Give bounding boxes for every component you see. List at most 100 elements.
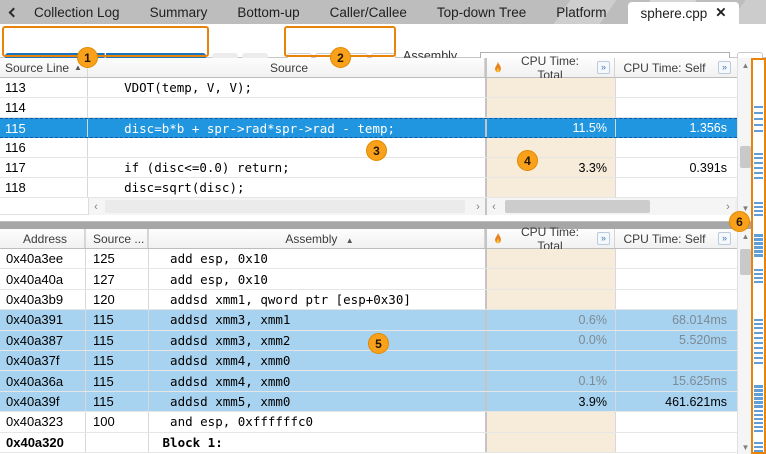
table-row[interactable]: 0x40a3ee 125 add esp, 0x10 bbox=[0, 249, 752, 269]
source-line-cell: 100 bbox=[85, 412, 148, 431]
cpu-total-cell: 3.3% bbox=[485, 158, 615, 177]
hotspot-minimap[interactable] bbox=[751, 58, 766, 454]
source-code-cell: if (disc<=0.0) return; bbox=[88, 158, 485, 177]
scrollbar-thumb[interactable] bbox=[740, 249, 751, 275]
table-row[interactable]: 114 bbox=[0, 98, 752, 118]
cpu-self-cell: 68.014ms bbox=[615, 310, 735, 329]
table-row[interactable]: 0x40a391 115 addsd xmm3, xmm1 0.6% 68.01… bbox=[0, 310, 752, 330]
address-cell: 0x40a3ee bbox=[0, 249, 85, 268]
cpu-self-cell bbox=[615, 412, 735, 431]
column-header-assembly[interactable]: Assembly ▲ bbox=[148, 229, 485, 248]
cpu-pane-hscrollbar[interactable]: ‹ › bbox=[485, 198, 735, 215]
minimap-mark bbox=[754, 385, 763, 388]
scroll-right-icon[interactable]: › bbox=[471, 198, 485, 215]
column-header-cpu-self[interactable]: CPU Time: Self » bbox=[615, 229, 735, 248]
source-line-cell: 115 bbox=[85, 392, 148, 411]
tab-summary[interactable]: Summary bbox=[150, 5, 208, 20]
close-icon[interactable]: ✕ bbox=[715, 5, 726, 21]
tab-bottom-up[interactable]: Bottom-up bbox=[237, 5, 299, 20]
column-header-cpu-self[interactable]: CPU Time: Self » bbox=[615, 58, 735, 77]
column-header-source[interactable]: Source bbox=[88, 58, 485, 77]
minimap-mark bbox=[754, 167, 763, 169]
tab-list: Collection Log Summary Bottom-up Caller/Cal… bbox=[34, 5, 606, 20]
scrollbar-thumb[interactable] bbox=[505, 200, 650, 213]
assembly-code-cell: addsd xmm4, xmm0 bbox=[148, 371, 485, 390]
pane-splitter[interactable] bbox=[0, 221, 752, 229]
table-row[interactable]: 115 disc=b*b + spr->rad*spr->rad - temp;… bbox=[0, 118, 752, 138]
table-row[interactable]: 118 disc=sqrt(disc); bbox=[0, 178, 752, 198]
minimap-mark bbox=[754, 277, 763, 279]
column-header-source-line[interactable]: Source ... bbox=[85, 229, 148, 248]
table-row[interactable]: 0x40a320 Block 1: bbox=[0, 433, 752, 453]
cpu-total-cell bbox=[485, 269, 615, 288]
scroll-left-icon[interactable]: ‹ bbox=[487, 198, 501, 215]
address-cell: 0x40a37f bbox=[0, 351, 85, 370]
minimap-mark bbox=[754, 206, 763, 208]
table-row[interactable]: 0x40a37f 115 addsd xmm4, xmm0 bbox=[0, 351, 752, 371]
cpu-total-cell bbox=[485, 78, 615, 97]
scroll-left-icon[interactable]: ‹ bbox=[89, 198, 103, 215]
minimap-mark bbox=[754, 153, 763, 155]
tab-caller-callee[interactable]: Caller/Callee bbox=[330, 5, 407, 20]
cpu-self-cell bbox=[615, 351, 735, 370]
callout-badge-6: 6 bbox=[729, 211, 750, 232]
minimap-mark bbox=[754, 352, 763, 354]
cpu-total-cell bbox=[485, 249, 615, 268]
table-row[interactable]: 0x40a3b9 120 addsd xmm1, qword ptr [esp+… bbox=[0, 290, 752, 310]
column-header-cpu-total[interactable]: CPU Time: Total » bbox=[485, 58, 615, 77]
minimap-mark bbox=[754, 246, 763, 249]
expand-column-button[interactable]: » bbox=[718, 61, 731, 74]
chevron-left-icon bbox=[8, 7, 18, 17]
source-line-cell: 125 bbox=[85, 249, 148, 268]
table-row[interactable]: 0x40a323 100 and esp, 0xffffffc0 bbox=[0, 412, 752, 432]
cpu-total-cell bbox=[485, 178, 615, 197]
table-row[interactable]: 0x40a40a 127 add esp, 0x10 bbox=[0, 269, 752, 289]
expand-column-button[interactable]: » bbox=[597, 232, 610, 245]
minimap-mark bbox=[754, 250, 763, 253]
source-line-cell: 115 bbox=[85, 331, 148, 350]
active-tab-label: sphere.cpp bbox=[640, 6, 707, 21]
address-cell: 0x40a3b9 bbox=[0, 290, 85, 309]
cpu-self-cell: 1.356s bbox=[615, 119, 735, 137]
minimap-mark bbox=[754, 177, 763, 179]
assembly-code-cell: addsd xmm3, xmm2 bbox=[148, 331, 485, 350]
assembly-code-cell: add esp, 0x10 bbox=[148, 249, 485, 268]
source-vertical-scrollbar[interactable]: ▲ ▼ bbox=[737, 58, 752, 215]
flame-icon bbox=[493, 232, 503, 245]
table-row[interactable]: 0x40a36a 115 addsd xmm4, xmm0 0.1% 15.62… bbox=[0, 371, 752, 391]
tab-top-down-tree[interactable]: Top-down Tree bbox=[437, 5, 526, 20]
minimap-mark bbox=[754, 450, 763, 452]
source-pane-hscrollbar[interactable]: ‹ › bbox=[88, 198, 485, 215]
table-row[interactable]: 113 VDOT(temp, V, V); bbox=[0, 78, 752, 98]
cpu-total-cell: 0.0% bbox=[485, 331, 615, 350]
source-code-cell: disc=sqrt(disc); bbox=[88, 178, 485, 197]
minimap-mark bbox=[754, 118, 763, 120]
column-header-address[interactable]: Address bbox=[0, 229, 85, 248]
cpu-total-cell bbox=[485, 412, 615, 431]
minimap-mark bbox=[754, 214, 763, 216]
address-cell: 0x40a36a bbox=[0, 371, 85, 390]
back-button[interactable] bbox=[0, 0, 26, 24]
expand-column-button[interactable]: » bbox=[597, 61, 610, 74]
minimap-mark bbox=[754, 319, 763, 321]
minimap-mark bbox=[754, 347, 763, 349]
column-header-source-line[interactable]: Source Line ▲ bbox=[0, 58, 88, 77]
table-row[interactable]: 117 if (disc<=0.0) return; 3.3% 0.391s bbox=[0, 158, 752, 178]
callout-badge-3: 3 bbox=[366, 140, 387, 161]
scrollbar-thumb[interactable] bbox=[105, 200, 465, 213]
tab-collection-log[interactable]: Collection Log bbox=[34, 5, 120, 20]
minimap-mark bbox=[754, 269, 763, 271]
source-line-number: 117 bbox=[0, 158, 88, 177]
table-row[interactable]: 0x40a39f 115 addsd xmm5, xmm0 3.9% 461.6… bbox=[0, 392, 752, 412]
tab-sphere-cpp[interactable]: sphere.cpp ✕ bbox=[628, 2, 738, 24]
expand-column-button[interactable]: » bbox=[718, 232, 731, 245]
column-header-cpu-total[interactable]: CPU Time: Total » bbox=[485, 229, 615, 248]
assembly-code-cell: addsd xmm4, xmm0 bbox=[148, 351, 485, 370]
address-cell: 0x40a387 bbox=[0, 331, 85, 350]
minimap-mark bbox=[754, 238, 763, 241]
assembly-vertical-scrollbar[interactable]: ▲ ▼ bbox=[737, 229, 752, 454]
cpu-self-cell bbox=[615, 249, 735, 268]
tab-platform[interactable]: Platform bbox=[556, 5, 606, 20]
cpu-self-cell bbox=[615, 178, 735, 197]
scrollbar-thumb[interactable] bbox=[740, 146, 751, 168]
